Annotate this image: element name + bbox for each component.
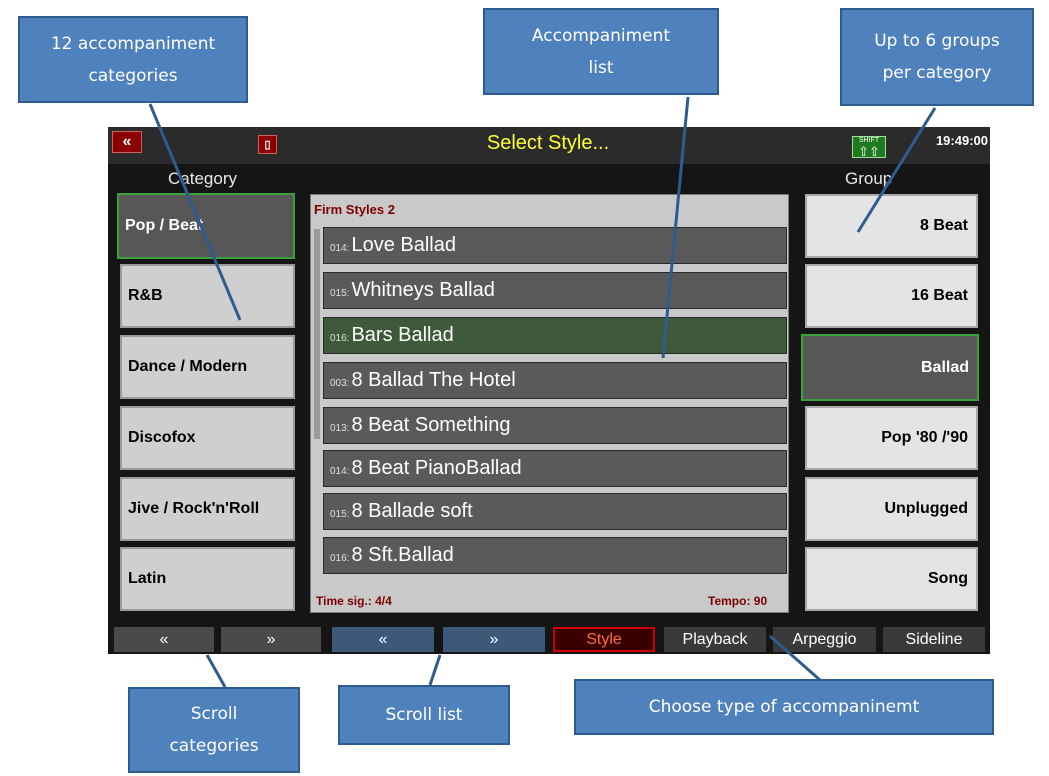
arpeggio-tab[interactable]: Arpeggio	[773, 627, 876, 652]
pointer-scroll-categories	[205, 654, 227, 688]
category-rnb[interactable]: R&B	[120, 264, 295, 328]
callout-choose-type: Choose type of accompaninemt	[574, 679, 994, 735]
style-row[interactable]: 013: 8 Beat Something	[323, 407, 787, 444]
callout-list-line1: Accompaniment	[531, 25, 671, 46]
style-name: 8 Beat PianoBallad	[351, 457, 522, 479]
category-pop-beat[interactable]: Pop / Beat	[117, 193, 295, 259]
style-number: 013:	[330, 423, 350, 434]
callout-groups-line1: Up to 6 groups	[874, 31, 1000, 51]
list-scrollbar[interactable]	[314, 229, 320, 439]
style-number: 014:	[330, 466, 350, 477]
back-button[interactable]: «	[112, 131, 142, 153]
category-latin[interactable]: Latin	[120, 547, 295, 611]
group-16-beat[interactable]: 16 Beat	[805, 264, 978, 328]
callout-scroll-list-text: Scroll list	[385, 705, 463, 725]
callout-groups: Up to 6 groups per category	[840, 8, 1034, 106]
style-number: 015:	[330, 509, 350, 520]
tempo: Tempo: 90	[708, 594, 768, 608]
style-name: 8 Ballad The Hotel	[351, 369, 516, 391]
style-name: 8 Beat Something	[351, 414, 511, 436]
scroll-categories-up-button[interactable]: «	[114, 627, 214, 652]
callout-scroll-list: Scroll list	[338, 685, 510, 745]
style-number: 016:	[330, 553, 350, 564]
style-row[interactable]: 003: 8 Ballad The Hotel	[323, 362, 787, 399]
delete-button[interactable]: ▯	[258, 135, 277, 154]
list-title: Firm Styles 2	[314, 202, 395, 217]
style-row[interactable]: 014: 8 Beat PianoBallad	[323, 450, 787, 487]
style-name: 8 Sft.Ballad	[351, 544, 454, 566]
style-row[interactable]: 016: 8 Sft.Ballad	[323, 537, 787, 574]
style-row[interactable]: 015: 8 Ballade soft	[323, 493, 787, 530]
callout-scroll-categories-line1: Scroll	[190, 704, 238, 724]
page-title: Select Style...	[486, 132, 610, 154]
style-number: 003:	[330, 378, 350, 389]
style-name: Whitneys Ballad	[351, 279, 495, 301]
scroll-list-down-button[interactable]: »	[443, 627, 545, 652]
callout-categories-line2: categories	[88, 65, 178, 86]
group-unplugged[interactable]: Unplugged	[805, 477, 978, 541]
group-pop-80-90[interactable]: Pop '80 /'90	[805, 406, 978, 470]
scroll-categories-down-button[interactable]: »	[221, 627, 321, 652]
style-number: 014:	[330, 243, 350, 254]
style-tab[interactable]: Style	[553, 627, 655, 652]
group-song[interactable]: Song	[805, 547, 978, 611]
callout-scroll-categories: Scroll categories	[128, 687, 300, 773]
category-jive-rocknroll[interactable]: Jive / Rock'n'Roll	[120, 477, 295, 541]
group-header: Group	[845, 169, 893, 188]
style-row[interactable]: 014: Love Ballad	[323, 227, 787, 264]
style-number: 016:	[330, 333, 350, 344]
category-dance-modern[interactable]: Dance / Modern	[120, 335, 295, 399]
sideline-tab[interactable]: Sideline	[883, 627, 985, 652]
callout-list-line2: list	[588, 57, 614, 78]
category-discofox[interactable]: Discofox	[120, 406, 295, 470]
callout-groups-line2: per category	[882, 63, 992, 83]
style-row-selected[interactable]: 016: Bars Ballad	[323, 317, 787, 354]
callout-categories: 12 accompaniment categories	[18, 16, 248, 103]
style-name: Bars Ballad	[351, 324, 454, 346]
device-screen: « ▯ Select Style... SHIFT ⇧⇧ 19:49:00 Ca…	[108, 127, 990, 654]
time-signature: Time sig.: 4/4	[316, 594, 392, 608]
shift-icon: SHIFT ⇧⇧	[852, 136, 886, 158]
style-row[interactable]: 015: Whitneys Ballad	[323, 272, 787, 309]
callout-choose-type-text: Choose type of accompaninemt	[648, 697, 920, 717]
group-8-beat[interactable]: 8 Beat	[805, 194, 978, 258]
callout-scroll-categories-line2: categories	[169, 736, 259, 756]
shift-arrows: ⇧⇧	[858, 144, 880, 159]
pointer-scroll-list	[428, 654, 442, 686]
style-name: Love Ballad	[351, 234, 456, 256]
callout-list: Accompaniment list	[483, 8, 719, 95]
style-name: 8 Ballade soft	[351, 500, 473, 522]
style-number: 015:	[330, 288, 350, 299]
category-header: Category	[168, 169, 237, 188]
callout-categories-line1: 12 accompaniment	[50, 33, 216, 54]
group-ballad[interactable]: Ballad	[801, 334, 979, 401]
playback-tab[interactable]: Playback	[664, 627, 766, 652]
scroll-list-up-button[interactable]: «	[332, 627, 434, 652]
clock: 19:49:00	[935, 133, 988, 148]
